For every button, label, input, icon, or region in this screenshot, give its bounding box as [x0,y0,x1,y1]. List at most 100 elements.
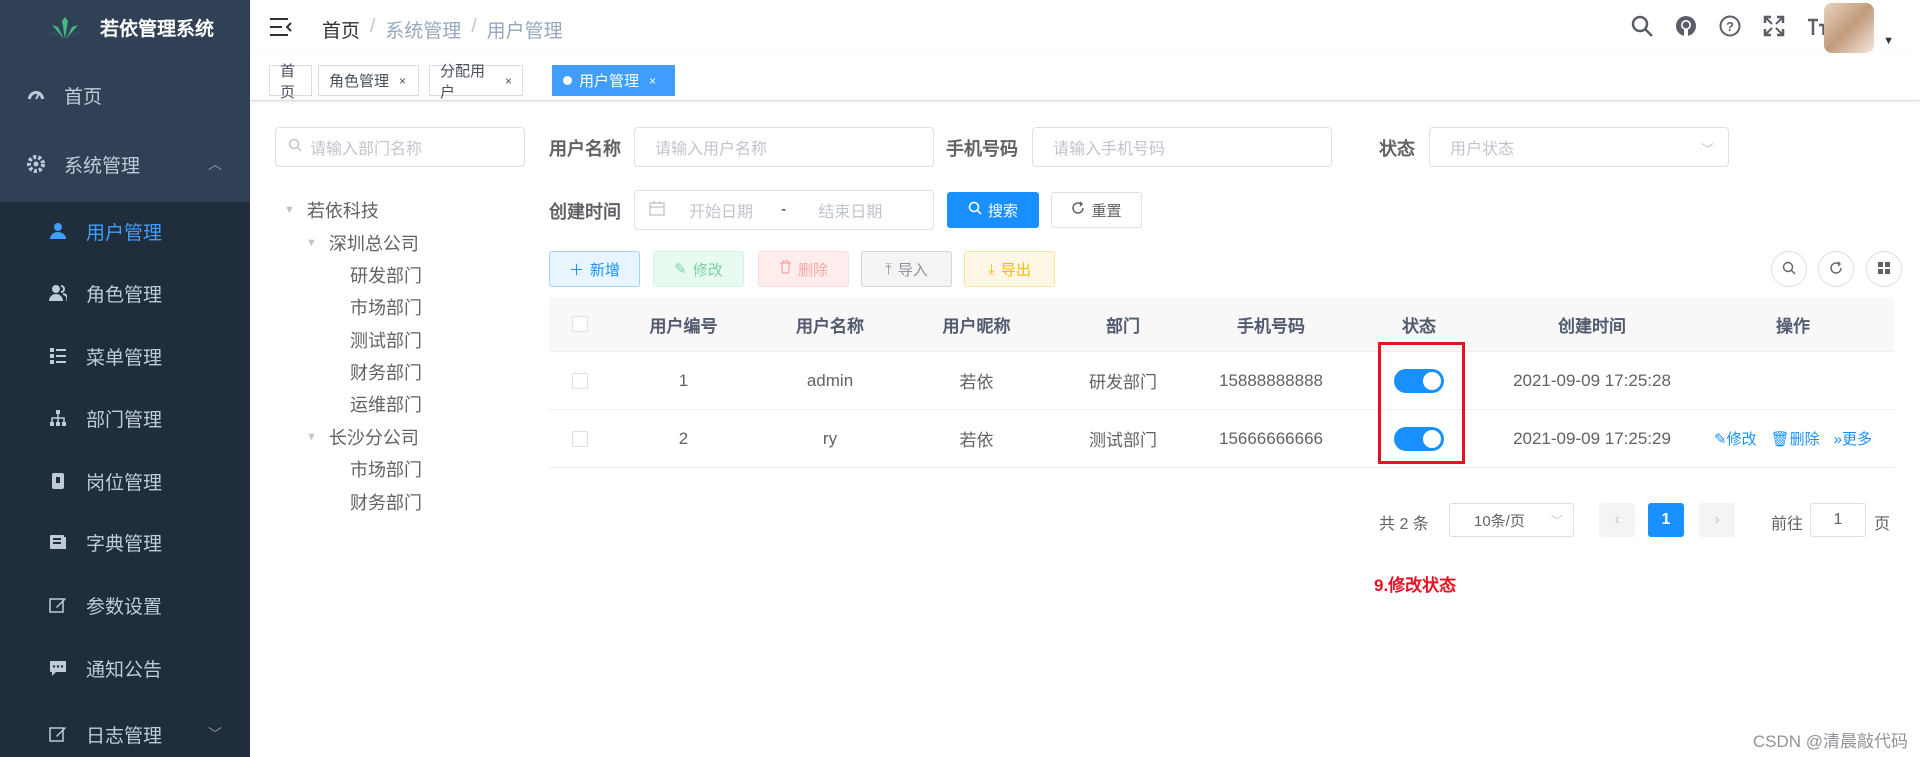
caret-down-icon[interactable]: ▼ [284,204,295,216]
caret-down-icon[interactable]: ▼ [1883,35,1894,47]
add-button-label: 新增 [590,261,621,279]
tree-node-leaf[interactable]: 市场部门 [350,294,422,320]
row-more-button[interactable]: »更多 [1834,428,1872,449]
search-button[interactable]: 搜索 [947,192,1039,228]
sidebar-item-role[interactable]: 角色管理 [0,270,250,316]
table-row[interactable]: 1 admin 若依 研发部门 15888888888 2021-09-09 1… [549,352,1894,410]
tag-home[interactable]: 首页 [269,63,312,101]
header-cell[interactable]: 手机号码 [1196,312,1346,337]
chevron-up-icon: ︿ [208,156,222,172]
next-page-button[interactable]: › [1699,503,1735,537]
refresh-table-button[interactable] [1818,251,1854,287]
upload-icon: ⤒ [885,260,892,278]
app-logo[interactable]: 若依管理系统 [0,0,250,55]
dept-search-input[interactable]: 请输入部门名称 [275,127,525,167]
caret-down-icon[interactable]: ▼ [306,431,317,443]
message-icon [48,658,68,678]
tag-assign[interactable]: 分配用户 × [429,63,523,101]
tree-node-leaf[interactable]: 市场部门 [350,456,422,482]
tag-role[interactable]: 角色管理 × [318,65,419,96]
add-button[interactable]: ＋ 新增 [549,251,640,287]
sidebar-item-home[interactable]: 首页 [0,72,250,118]
app-title: 若依管理系统 [100,19,215,40]
sidebar-item-dict[interactable]: 字典管理 [0,519,250,565]
tree-node-leaf[interactable]: 研发部门 [350,262,422,288]
tree-node-branch[interactable]: ▼ 深圳总公司 [306,230,419,256]
header-cell[interactable]: 部门 [1050,312,1196,337]
close-icon[interactable]: × [399,74,406,88]
hamburger-icon[interactable] [270,16,292,38]
sidebar-item-system[interactable]: 系统管理 ︿ [0,141,250,187]
search-button-label: 搜索 [987,202,1018,220]
delete-button[interactable]: 删除 [758,251,849,287]
tree-node-leaf[interactable]: 财务部门 [350,359,422,385]
header-cell[interactable]: 用户编号 [610,312,757,337]
row-checkbox[interactable] [571,372,588,389]
sidebar-item-config[interactable]: 参数设置 [0,582,250,628]
sidebar-item-dept[interactable]: 部门管理 [0,395,250,441]
tree-node-label: 市场部门 [350,298,422,318]
sidebar-item-post[interactable]: 岗位管理 [0,458,250,504]
goto-page-value: 1 [1833,511,1843,528]
import-button[interactable]: ⤒ 导入 [861,251,952,287]
goto-page-input[interactable]: 1 [1810,503,1866,537]
header-cell[interactable]: 用户名称 [757,312,903,337]
breadcrumb-item[interactable]: 首页 [322,16,360,43]
edit-icon: ✎ [1713,431,1727,448]
phone-input[interactable]: 请输入手机号码 [1032,127,1332,167]
sidebar-item-label: 菜单管理 [86,347,163,369]
github-icon[interactable] [1674,14,1698,38]
tree-node-branch[interactable]: ▼ 长沙分公司 [306,424,419,450]
tree-icon [48,408,68,428]
tree-node-label: 若依科技 [306,201,379,221]
header-cell[interactable]: 用户昵称 [903,312,1050,337]
search-icon[interactable] [1630,14,1654,38]
export-button[interactable]: ⤓ 导出 [964,251,1055,287]
username-input[interactable]: 请输入用户名称 [634,127,934,167]
table-row[interactable]: 2 ry 若依 测试部门 15666666666 2021-09-09 17:2… [549,410,1894,468]
header-cell[interactable]: 状态 [1346,312,1492,337]
status-select[interactable]: 用户状态 ﹀ [1429,127,1729,167]
avatar[interactable] [1824,3,1874,53]
column-settings-button[interactable] [1866,251,1902,287]
end-date-placeholder[interactable]: 结束日期 [818,198,882,222]
row-more-label: 更多 [1841,431,1872,448]
start-date-placeholder[interactable]: 开始日期 [689,198,753,222]
tree-node-leaf[interactable]: 财务部门 [350,489,422,515]
reset-button[interactable]: 重置 [1051,192,1142,228]
peoples-icon [48,283,68,303]
page-size-select[interactable]: 10条/页 ﹀ [1449,503,1574,537]
help-icon[interactable]: ? [1718,14,1742,38]
sidebar-item-log[interactable]: 日志管理 ﹀ [0,711,250,757]
sidebar-item-notice[interactable]: 通知公告 [0,645,250,691]
sidebar-item-label: 参数设置 [86,596,163,618]
caret-down-icon[interactable]: ▼ [306,237,317,249]
page-number-label: 1 [1661,511,1671,528]
chevron-down-icon: ﹀ [1550,514,1563,528]
tree-node-root[interactable]: ▼ 若依科技 [284,197,379,223]
edit-button[interactable]: ✎ 修改 [653,251,744,287]
fullscreen-icon[interactable] [1762,14,1786,38]
sidebar-item-user[interactable]: 用户管理 [0,208,250,254]
select-all-checkbox[interactable] [571,316,588,332]
sidebar-item-label: 部门管理 [86,409,163,431]
row-edit-button[interactable]: ✎修改 [1714,428,1757,449]
dept-search-placeholder: 请输入部门名称 [310,141,423,158]
sidebar-item-menu[interactable]: 菜单管理 [0,333,250,379]
row-delete-button[interactable]: 🗑︎删除 [1771,428,1820,449]
row-checkbox[interactable] [571,430,588,447]
prev-page-button[interactable]: ‹ [1599,503,1635,537]
close-icon[interactable]: × [649,74,656,88]
page-number-button[interactable]: 1 [1648,503,1684,537]
tag-user[interactable]: 用户管理 × [552,65,675,96]
chevron-down-icon: ﹀ [208,726,222,742]
header-cell[interactable]: 创建时间 [1492,312,1692,337]
close-icon[interactable]: × [505,74,512,88]
tree-node-leaf[interactable]: 运维部门 [350,391,422,417]
toggle-search-button[interactable] [1771,251,1807,287]
date-range-picker[interactable]: 开始日期 - 结束日期 [634,190,934,230]
tree-node-leaf[interactable]: 测试部门 [350,327,422,353]
cell-nickname: 若依 [959,373,994,392]
status-label: 状态 [1379,139,1415,159]
cell-created-time: 2021-09-09 17:25:28 [1513,370,1671,390]
